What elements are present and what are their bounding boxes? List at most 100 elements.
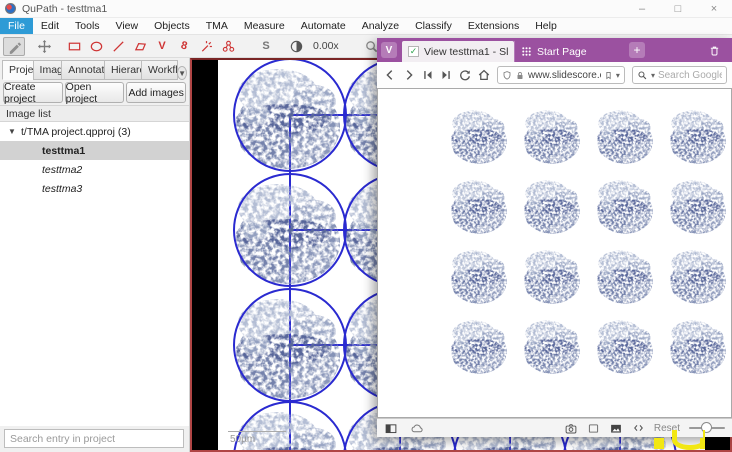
browser-search-input[interactable]: [658, 70, 722, 81]
tma-core-thumbnail[interactable]: [592, 243, 665, 313]
menu-item-view[interactable]: View: [108, 18, 147, 34]
browser-tab-slidescore[interactable]: ✓ View testtma1 - Slide Score: [402, 41, 514, 62]
tissue-core-image: [592, 103, 656, 167]
rewind-button[interactable]: [419, 66, 436, 85]
tab-project[interactable]: Project: [2, 60, 34, 80]
capture-camera-icon[interactable]: [564, 422, 578, 435]
forward-button[interactable]: [401, 66, 418, 85]
tma-core-circle[interactable]: [233, 60, 347, 172]
menu-item-automate[interactable]: Automate: [293, 18, 354, 34]
fast-forward-button[interactable]: [438, 66, 455, 85]
project-panel: Project Image Annotations Hierarchy Work…: [0, 58, 190, 452]
panel-toggle-icon[interactable]: [384, 422, 398, 435]
vivaldi-menu-button[interactable]: V: [381, 42, 397, 58]
points-icon: [221, 39, 236, 54]
tma-core-thumbnail[interactable]: [519, 173, 592, 243]
project-search-input[interactable]: [4, 429, 184, 448]
fast-forward-icon: [439, 68, 453, 82]
tree-expand-icon[interactable]: ▼: [8, 127, 17, 136]
move-icon: [37, 39, 52, 54]
tab-overflow-button[interactable]: ▼: [177, 66, 187, 80]
tma-core-thumbnail[interactable]: [446, 103, 519, 173]
browser-nav-bar: www.slidescore.com/l... ▾ ▾: [377, 62, 732, 88]
wand-tool-button[interactable]: [195, 37, 217, 56]
address-text[interactable]: www.slidescore.com/l...: [528, 70, 601, 81]
image-item-testtma3[interactable]: testtma3: [0, 179, 189, 198]
selection-mode-button[interactable]: S: [255, 37, 277, 56]
tissue-core-image: [665, 243, 729, 307]
menu-item-edit[interactable]: Edit: [33, 18, 67, 34]
menu-item-extensions[interactable]: Extensions: [460, 18, 527, 34]
close-button[interactable]: ×: [696, 0, 732, 18]
menu-item-file[interactable]: File: [0, 18, 33, 34]
tma-core-thumbnail[interactable]: [665, 243, 732, 313]
search-engine-icon[interactable]: [637, 70, 648, 81]
browser-content[interactable]: >: [377, 88, 732, 418]
menu-item-help[interactable]: Help: [527, 18, 565, 34]
browser-tab-title: View testtma1 - Slide Score: [424, 46, 508, 58]
home-button[interactable]: [475, 66, 492, 85]
page-actions-icon[interactable]: [632, 422, 645, 434]
sync-cloud-icon[interactable]: [409, 422, 424, 435]
line-tool-button[interactable]: [107, 37, 129, 56]
ellipse-tool-button[interactable]: [85, 37, 107, 56]
browser-tab-startpage[interactable]: Start Page: [514, 41, 607, 62]
create-project-button[interactable]: Create project: [3, 82, 63, 103]
menu-item-measure[interactable]: Measure: [236, 18, 293, 34]
browser-tab-bar: V ✓ View testtma1 - Slide Score Start Pa…: [377, 38, 732, 62]
address-dropdown-icon[interactable]: ▾: [616, 71, 620, 80]
new-tab-button[interactable]: +: [629, 42, 645, 58]
tab-annotations[interactable]: Annotations: [61, 60, 105, 80]
rectangle-tool-button[interactable]: [63, 37, 85, 56]
bookmark-icon[interactable]: [604, 70, 613, 81]
add-images-button[interactable]: Add images: [126, 82, 186, 103]
page-tiling-icon[interactable]: [587, 422, 600, 435]
polyline-tool-button[interactable]: V: [151, 37, 173, 56]
minimize-button[interactable]: –: [624, 0, 660, 18]
tma-core-thumbnail[interactable]: [446, 313, 519, 383]
zoom-slider[interactable]: [689, 427, 725, 429]
maximize-button[interactable]: □: [660, 0, 696, 18]
image-item-testtma1[interactable]: testtma1: [0, 141, 189, 160]
tab-workflow[interactable]: Workflow: [141, 60, 178, 80]
brush-tool-button[interactable]: 8: [173, 37, 195, 56]
tma-core-thumbnail[interactable]: [446, 173, 519, 243]
menu-item-analyze[interactable]: Analyze: [354, 18, 407, 34]
menu-item-classify[interactable]: Classify: [407, 18, 460, 34]
tree-root-row[interactable]: ▼ t/TMA project.qpproj (3): [0, 122, 189, 141]
pen-tool-button[interactable]: [3, 37, 25, 56]
open-project-button[interactable]: Open project: [65, 82, 125, 103]
search-engine-dropdown-icon[interactable]: ▾: [651, 71, 655, 80]
address-bar[interactable]: www.slidescore.com/l... ▾: [497, 66, 625, 84]
tab-hierarchy[interactable]: Hierarchy: [104, 60, 142, 80]
tma-core-thumbnail[interactable]: [519, 313, 592, 383]
tma-core-thumbnail[interactable]: [519, 103, 592, 173]
brightness-contrast-button[interactable]: [285, 37, 307, 56]
menu-item-tools[interactable]: Tools: [67, 18, 108, 34]
menu-bar: File Edit Tools View Objects TMA Measure…: [0, 18, 732, 35]
tab-image[interactable]: Image: [33, 60, 63, 80]
rewind-icon: [421, 68, 435, 82]
tissue-core-image: [519, 243, 583, 307]
tma-core-thumbnail[interactable]: [446, 243, 519, 313]
menu-item-tma[interactable]: TMA: [198, 18, 236, 34]
tma-core-thumbnail[interactable]: [665, 313, 732, 383]
menu-item-objects[interactable]: Objects: [146, 18, 198, 34]
image-item-testtma2[interactable]: testtma2: [0, 160, 189, 179]
back-button[interactable]: [382, 66, 399, 85]
tma-core-thumbnail[interactable]: [592, 173, 665, 243]
points-tool-button[interactable]: [217, 37, 239, 56]
reload-button[interactable]: [457, 66, 474, 85]
tma-core-thumbnail[interactable]: [592, 103, 665, 173]
tma-core-circle[interactable]: [233, 288, 347, 402]
tma-core-thumbnail[interactable]: [592, 313, 665, 383]
tma-core-circle[interactable]: [233, 173, 347, 287]
polygon-tool-button[interactable]: [129, 37, 151, 56]
search-bar[interactable]: ▾: [632, 66, 727, 84]
tma-core-thumbnail[interactable]: [665, 103, 732, 173]
move-tool-button[interactable]: [33, 37, 55, 56]
images-toggle-icon[interactable]: [609, 422, 623, 435]
tma-core-thumbnail[interactable]: [665, 173, 732, 243]
tma-core-thumbnail[interactable]: [519, 243, 592, 313]
closed-tabs-trash-button[interactable]: [706, 42, 722, 58]
